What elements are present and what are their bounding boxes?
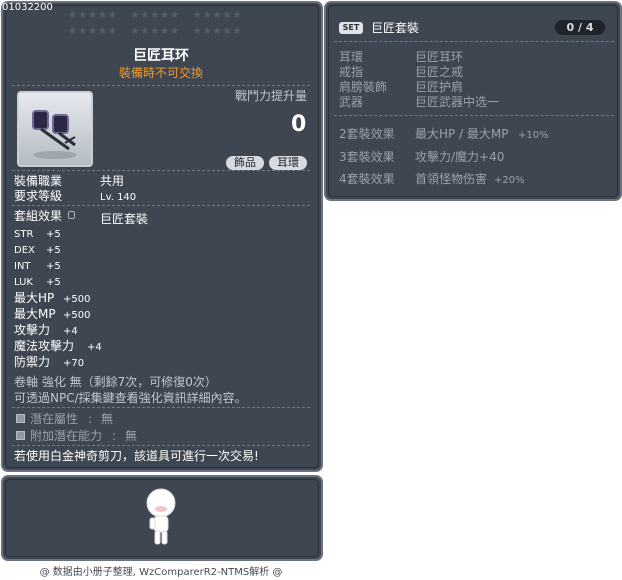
stat-value: +70 xyxy=(63,358,85,369)
avatar-panel xyxy=(1,475,323,561)
checkbox-icon xyxy=(16,431,25,440)
set-effect-label: 套組效果 xyxy=(14,209,63,223)
set-item: 巨匠武器中选一 xyxy=(415,95,500,109)
set-slot: 耳環 xyxy=(339,50,364,64)
set-effect-label: 4套裝效果 xyxy=(339,172,395,186)
stat-name: 魔法攻擊力 xyxy=(14,339,75,353)
star-row-1: ★★★★★ ★★★★★ ★★★★★ xyxy=(68,10,243,21)
divider xyxy=(12,85,310,86)
add-potential-separator: : xyxy=(112,429,117,443)
set-effect-desc: 最大HP / 最大MP xyxy=(415,127,509,141)
power-label: 戰鬥力提升量 xyxy=(235,89,308,103)
set-effect-desc: 首領怪物伤害 xyxy=(415,172,488,186)
item-icon-frame xyxy=(17,91,93,167)
stat-value: +5 xyxy=(46,229,61,240)
divider xyxy=(12,170,310,171)
stat-value: +500 xyxy=(63,294,91,305)
trade-note: 裝備時不可交換 xyxy=(118,66,203,80)
set-effect-label: 3套裝效果 xyxy=(339,150,395,164)
stat-value: +4 xyxy=(63,326,78,337)
scroll-info: 卷軸 強化 無（剩餘7次，可修復0次） xyxy=(14,375,217,389)
level-value: Lv. 140 xyxy=(100,192,137,203)
stat-name: STR xyxy=(14,229,34,240)
stat-value: +5 xyxy=(46,261,61,272)
set-effect-label: 2套裝效果 xyxy=(339,127,395,141)
stat-name: LUK xyxy=(14,277,33,288)
set-badge: SET xyxy=(339,22,363,34)
set-item: 巨匠护肩 xyxy=(415,80,464,94)
add-potential-label: 附加潛在能力 xyxy=(30,429,103,443)
divider xyxy=(12,445,310,446)
power-value: 0 xyxy=(291,112,307,137)
scroll-help: 可透過NPC/採集鍵查看強化資訊詳細內容。 xyxy=(14,391,247,405)
set-item: 巨匠之戒 xyxy=(415,65,464,79)
level-label: 要求等級 xyxy=(14,189,63,203)
divider xyxy=(334,41,614,42)
set-effect-value: 巨匠套裝 xyxy=(100,212,149,226)
stat-name: 最大MP xyxy=(14,307,56,321)
set-title: 巨匠套裝 xyxy=(371,21,420,35)
job-label: 裝備職業 xyxy=(14,174,63,188)
tag-accessory: 飾品 xyxy=(226,156,264,170)
stat-name: DEX xyxy=(14,245,35,256)
set-effect-value: +20% xyxy=(494,175,525,186)
scissors-note: 若使用白金神奇剪刀，該道具可進行一次交易! xyxy=(14,449,259,463)
star-row-2: ★★★★★ ★★★★★ ★★★★★ xyxy=(68,26,243,37)
set-item: 巨匠耳环 xyxy=(415,50,464,64)
lock-icon xyxy=(68,211,75,219)
set-slot: 武器 xyxy=(339,95,364,109)
set-slot: 戒指 xyxy=(339,65,364,79)
stat-value: +500 xyxy=(63,310,91,321)
earring-icon xyxy=(32,110,77,159)
stat-name: 防禦力 xyxy=(14,355,51,369)
potential-value: 無 xyxy=(101,412,114,426)
item-id: 01032200 xyxy=(2,2,53,13)
set-count: 0 / 4 xyxy=(555,20,605,35)
item-name: 巨匠耳环 xyxy=(133,48,189,64)
divider xyxy=(12,407,310,408)
divider xyxy=(12,205,310,206)
checkbox-icon xyxy=(16,414,25,423)
set-tooltip-panel: SET 巨匠套裝 0 / 4 耳環 巨匠耳环 戒指 巨匠之戒 肩膀裝飾 巨匠护肩… xyxy=(324,1,622,201)
set-effect-value: +10% xyxy=(518,130,549,141)
tag-earring: 耳環 xyxy=(269,156,307,170)
stat-name: 最大HP xyxy=(14,291,55,305)
potential-label: 潛在屬性 xyxy=(30,412,79,426)
set-slot: 肩膀裝飾 xyxy=(339,80,388,94)
avatar-figure xyxy=(146,488,176,545)
add-potential-value: 無 xyxy=(125,429,138,443)
stat-name: INT xyxy=(14,261,31,272)
job-value: 共用 xyxy=(100,174,125,188)
stat-name: 攻擊力 xyxy=(14,323,51,337)
stat-value: +5 xyxy=(46,277,61,288)
stat-value: +5 xyxy=(46,245,61,256)
divider xyxy=(334,115,614,116)
set-effect-desc: 攻擊力/魔力+40 xyxy=(415,150,505,164)
stat-value: +4 xyxy=(87,342,102,353)
potential-separator: : xyxy=(88,412,93,426)
footer-credit: @ 数据由小册子整理, WzComparerR2-NTMS解析 @ xyxy=(39,567,283,578)
